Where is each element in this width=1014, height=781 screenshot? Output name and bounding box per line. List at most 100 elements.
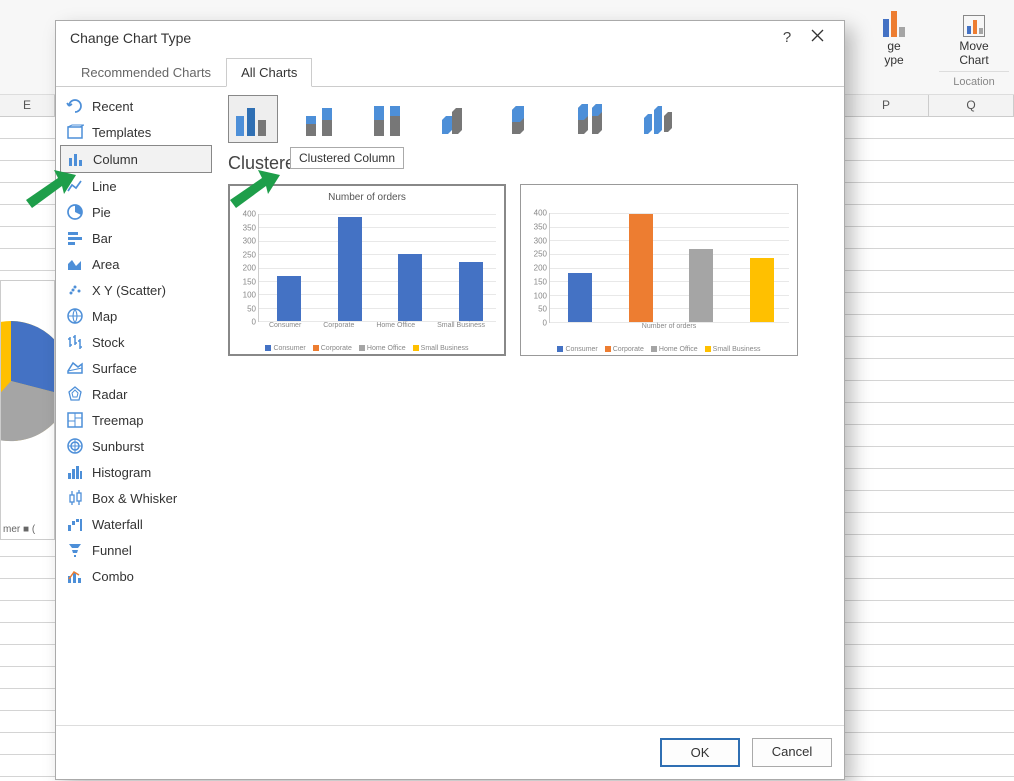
category-label: Surface: [92, 361, 137, 376]
chart-legend: ConsumerCorporateHome OfficeSmall Busine…: [230, 345, 504, 352]
category-recent[interactable]: Recent: [60, 93, 212, 119]
bar-Small Business: [750, 258, 774, 322]
category-label: Sunburst: [92, 439, 144, 454]
category-funnel[interactable]: Funnel: [60, 537, 212, 563]
dialog-title: Change Chart Type: [70, 30, 772, 46]
treemap-icon: [66, 411, 84, 429]
column-icon: [67, 150, 85, 168]
plot-area: [549, 213, 789, 323]
category-label: Pie: [92, 205, 111, 220]
bar-Home Office: [398, 254, 422, 321]
bar-Home Office: [689, 249, 713, 322]
category-label: Stock: [92, 335, 125, 350]
col-header-E[interactable]: E: [0, 95, 55, 116]
recent-icon: [66, 97, 84, 115]
category-label: Box & Whisker: [92, 491, 177, 506]
chart-legend: ConsumerCorporateHome OfficeSmall Busine…: [521, 346, 797, 353]
bar-Consumer: [568, 273, 592, 322]
category-box[interactable]: Box & Whisker: [60, 485, 212, 511]
category-stock[interactable]: Stock: [60, 329, 212, 355]
help-button[interactable]: ?: [772, 29, 802, 46]
ribbon-change-type-line2: ype: [884, 53, 903, 67]
dialog-tabs: Recommended Charts All Charts: [56, 58, 844, 87]
category-label: Radar: [92, 387, 127, 402]
column-subtype-row: Clustered Column: [228, 95, 832, 143]
col-header-Q[interactable]: Q: [929, 95, 1014, 116]
background-pie-chart: mer ■ (: [0, 280, 55, 540]
ribbon-section-location: Location: [939, 71, 1009, 88]
subtype-clustered-column[interactable]: [228, 95, 278, 143]
category-label: Map: [92, 309, 117, 324]
x-axis-labels: ConsumerCorporateHome OfficeSmall Busine…: [258, 322, 496, 334]
category-surface[interactable]: Surface: [60, 355, 212, 381]
templates-icon: [66, 123, 84, 141]
subtype-stacked-column[interactable]: [296, 95, 346, 143]
dialog-footer: OK Cancel: [56, 725, 844, 779]
category-column[interactable]: Column: [60, 145, 212, 173]
category-histogram[interactable]: Histogram: [60, 459, 212, 485]
tab-all-charts[interactable]: All Charts: [226, 58, 312, 87]
ribbon-move-chart[interactable]: Move Chart Location: [939, 5, 1009, 88]
x-axis-title: Number of orders: [549, 323, 789, 335]
category-label: Line: [92, 179, 117, 194]
change-chart-type-dialog: Change Chart Type ? Recommended Charts A…: [55, 20, 845, 780]
category-area[interactable]: Area: [60, 251, 212, 277]
category-bar[interactable]: Bar: [60, 225, 212, 251]
radar-icon: [66, 385, 84, 403]
combo-icon: [66, 567, 84, 585]
category-combo[interactable]: Combo: [60, 563, 212, 589]
subtype-tooltip: Clustered Column: [290, 147, 404, 169]
bar-Small Business: [459, 262, 483, 321]
map-icon: [66, 307, 84, 325]
category-scatter[interactable]: X Y (Scatter): [60, 277, 212, 303]
category-pie[interactable]: Pie: [60, 199, 212, 225]
scatter-icon: [66, 281, 84, 299]
category-label: X Y (Scatter): [92, 283, 166, 298]
col-header-P[interactable]: P: [844, 95, 929, 116]
annotation-arrow-category: [16, 170, 76, 223]
category-map[interactable]: Map: [60, 303, 212, 329]
cancel-button[interactable]: Cancel: [752, 738, 832, 767]
category-label: Histogram: [92, 465, 151, 480]
subtype-3d-clustered[interactable]: [432, 95, 482, 143]
category-label: Templates: [92, 125, 151, 140]
bar-Consumer: [277, 276, 301, 321]
box-icon: [66, 489, 84, 507]
subtype-100-stacked-column[interactable]: [364, 95, 414, 143]
category-label: Recent: [92, 99, 133, 114]
chart-main-panel: Clustered Column Clustered Column Number…: [216, 87, 844, 725]
plot-area: [258, 214, 496, 322]
surface-icon: [66, 359, 84, 377]
subtype-3d-stacked[interactable]: [500, 95, 550, 143]
close-button[interactable]: [802, 29, 832, 46]
category-label: Funnel: [92, 543, 132, 558]
category-waterfall[interactable]: Waterfall: [60, 511, 212, 537]
bar-icon: [66, 229, 84, 247]
tab-recommended-charts[interactable]: Recommended Charts: [66, 58, 226, 86]
category-line[interactable]: Line: [60, 173, 212, 199]
chart-category-list: Recent Templates Column Line Pie Bar Area X Y (…: [56, 87, 216, 725]
ok-button[interactable]: OK: [660, 738, 740, 767]
histogram-icon: [66, 463, 84, 481]
category-templates[interactable]: Templates: [60, 119, 212, 145]
category-label: Bar: [92, 231, 112, 246]
bg-legend-fragment: mer ■ (: [3, 524, 35, 535]
funnel-icon: [66, 541, 84, 559]
annotation-arrow-subtype: [220, 170, 280, 223]
stock-icon: [66, 333, 84, 351]
sunburst-icon: [66, 437, 84, 455]
category-label: Waterfall: [92, 517, 143, 532]
subtype-3d-100-stacked[interactable]: [568, 95, 618, 143]
chart-preview-2[interactable]: 050100150200250300350400Number of orders…: [520, 184, 798, 356]
ribbon-move-chart-line2: Chart: [959, 53, 988, 67]
category-sunburst[interactable]: Sunburst: [60, 433, 212, 459]
category-label: Treemap: [92, 413, 144, 428]
y-axis-labels: 050100150200250300350400: [236, 214, 256, 322]
waterfall-icon: [66, 515, 84, 533]
area-icon: [66, 255, 84, 273]
subtype-3d-column[interactable]: [636, 95, 686, 143]
ribbon-change-chart-type[interactable]: ge ype: [859, 5, 929, 67]
category-treemap[interactable]: Treemap: [60, 407, 212, 433]
bar-Corporate: [338, 217, 362, 321]
category-radar[interactable]: Radar: [60, 381, 212, 407]
